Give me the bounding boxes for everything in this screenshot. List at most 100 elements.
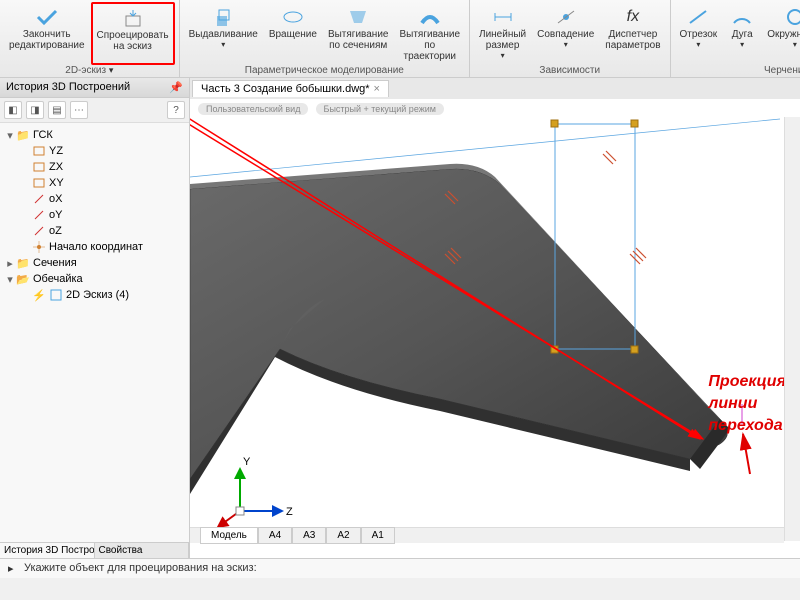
tree-label: oZ (49, 225, 62, 237)
group-title-text: 2D-эскиз (65, 65, 106, 76)
tool-layers-icon[interactable]: ▤ (48, 101, 66, 119)
axis-icon (32, 224, 46, 238)
tree-label: ГСК (33, 129, 53, 141)
dropdown-arrow-icon[interactable]: ▾ (564, 40, 568, 49)
document-tab[interactable]: Часть 3 Создание бобышки.dwg* × (192, 80, 389, 97)
tab-properties[interactable]: Свойства (95, 543, 190, 558)
tree-item-plane[interactable]: XY (4, 175, 185, 191)
group-title: Зависимости (474, 65, 666, 77)
coincident-button[interactable]: Совпадение ▾ (532, 2, 599, 65)
revolve-icon (279, 5, 307, 29)
button-label: Совпадение (537, 29, 594, 40)
button-label: Закончитьредактирование (9, 29, 85, 51)
fx-icon: fx (619, 5, 647, 29)
axis-icon (32, 208, 46, 222)
revolve-button[interactable]: Вращение (264, 2, 322, 65)
history-panel: История 3D Построений 📌 ◧ ◨ ▤ ⋯ ? ▾📁ГСК … (0, 78, 190, 558)
dropdown-arrow-icon[interactable]: ▾ (793, 40, 797, 49)
tree-item-sections[interactable]: ▸📁Сечения (4, 255, 185, 271)
tree-item-shell[interactable]: ▾📂Обечайка (4, 271, 185, 287)
tool-help-icon[interactable]: ? (167, 101, 185, 119)
tree-item-axis[interactable]: oZ (4, 223, 185, 239)
tab-a1[interactable]: A1 (361, 527, 395, 544)
finish-edit-button[interactable]: Закончитьредактирование (4, 2, 90, 65)
history-tree[interactable]: ▾📁ГСК YZ ZX XY oX oY oZ Начало координат… (0, 123, 189, 542)
group-title: Черчение (675, 65, 800, 77)
tree-label: Сечения (33, 257, 77, 269)
folder-yellow-icon: 📂 (16, 272, 30, 286)
tab-model[interactable]: Модель (200, 527, 258, 544)
tool-new-icon[interactable]: ◧ (4, 101, 22, 119)
tree-item-sketch[interactable]: ⚡ 2D Эскиз (4) (4, 287, 185, 303)
command-line[interactable]: ▸ Укажите объект для проецирования на эс… (0, 558, 800, 578)
dimension-button[interactable]: Линейныйразмер ▾ (474, 2, 531, 65)
project-icon (119, 6, 147, 30)
folder-icon: 📁 (16, 128, 30, 142)
ribbon-group-modeling: Выдавливание ▾ Вращение Вытягиваниепо се… (180, 0, 470, 77)
tree-label: 2D Эскиз (4) (66, 289, 129, 301)
panel-toolbar: ◧ ◨ ▤ ⋯ ? (0, 98, 189, 123)
ribbon-group-drawing: Отрезок ▾ Дуга ▾ Окружность ▾ (671, 0, 800, 77)
tree-item-origin[interactable]: Начало координат (4, 239, 185, 255)
collapse-icon[interactable]: ▾ (4, 273, 16, 286)
line-icon (684, 5, 712, 29)
tree-label: oY (49, 209, 62, 221)
tab-a3[interactable]: A3 (292, 527, 326, 544)
tool-cube-icon[interactable]: ◨ (26, 101, 44, 119)
tree-item-axis[interactable]: oY (4, 207, 185, 223)
dropdown-arrow-icon[interactable]: ▾ (109, 65, 114, 75)
tree-item-axis[interactable]: oX (4, 191, 185, 207)
tree-label: ZX (49, 161, 63, 173)
plane-icon (32, 160, 46, 174)
close-tab-icon[interactable]: × (374, 83, 380, 95)
checkmark-icon (33, 5, 61, 29)
tree-item-plane[interactable]: ZX (4, 159, 185, 175)
circle-icon (781, 5, 800, 29)
document-tabs: Часть 3 Создание бобышки.dwg* × (190, 78, 800, 99)
dropdown-arrow-icon[interactable]: ▾ (740, 40, 744, 49)
annotation-line: перехода (708, 415, 786, 437)
panel-tabs: История 3D Построе... Свойства (0, 542, 189, 558)
button-label: Вращение (269, 29, 317, 40)
pin-icon[interactable]: 📌 (169, 81, 183, 94)
expand-icon[interactable]: ▸ (4, 257, 16, 270)
button-label: Дуга (732, 29, 753, 40)
vertical-scrollbar[interactable] (784, 117, 800, 541)
z-axis-label: Z (286, 506, 293, 518)
circle-button[interactable]: Окружность ▾ (762, 2, 800, 65)
parameters-button[interactable]: fx Диспетчерпараметров (600, 2, 665, 65)
tree-label: YZ (49, 145, 63, 157)
collapse-icon[interactable]: ▾ (4, 129, 16, 142)
arc-button[interactable]: Дуга ▾ (723, 2, 761, 65)
horizontal-scrollbar[interactable]: Модель A4 A3 A2 A1 (190, 527, 784, 543)
tree-item-gsk[interactable]: ▾📁ГСК (4, 127, 185, 143)
annotation-line: линии (708, 393, 786, 415)
document-name: Часть 3 Создание бобышки.dwg* (201, 83, 370, 95)
axis-gizmo[interactable]: X Y Z (210, 449, 300, 539)
origin-icon (32, 240, 46, 254)
bolt-icon: ⚡ (32, 288, 46, 302)
tab-a2[interactable]: A2 (326, 527, 360, 544)
tree-item-plane[interactable]: YZ (4, 143, 185, 159)
project-to-sketch-button[interactable]: Спроецироватьна эскиз (91, 2, 175, 65)
tree-label: Начало координат (49, 241, 143, 253)
canvas[interactable]: Пользовательский вид Быстрый + текущий р… (190, 99, 800, 558)
extrude-button[interactable]: Выдавливание ▾ (184, 2, 263, 65)
dropdown-arrow-icon[interactable]: ▾ (696, 40, 700, 49)
annotation-line: Проекция (708, 371, 786, 393)
dimension-icon (489, 5, 517, 29)
sketch-icon (49, 288, 63, 302)
tool-more-icon[interactable]: ⋯ (70, 101, 88, 119)
tab-history[interactable]: История 3D Построе... (0, 543, 95, 558)
dropdown-arrow-icon[interactable]: ▾ (221, 40, 225, 49)
group-title: 2D-эскиз ▾ (4, 65, 175, 77)
viewport: Часть 3 Создание бобышки.dwg* × Пользова… (190, 78, 800, 558)
panel-title: История 3D Построений (6, 81, 130, 94)
loft-icon (344, 5, 372, 29)
loft-button[interactable]: Вытягиваниепо сечениям (323, 2, 394, 65)
dropdown-arrow-icon[interactable]: ▾ (501, 51, 505, 60)
extrude-icon (209, 5, 237, 29)
tab-a4[interactable]: A4 (258, 527, 292, 544)
line-button[interactable]: Отрезок ▾ (675, 2, 723, 65)
sweep-button[interactable]: Вытягиваниепо траектории (394, 2, 465, 65)
